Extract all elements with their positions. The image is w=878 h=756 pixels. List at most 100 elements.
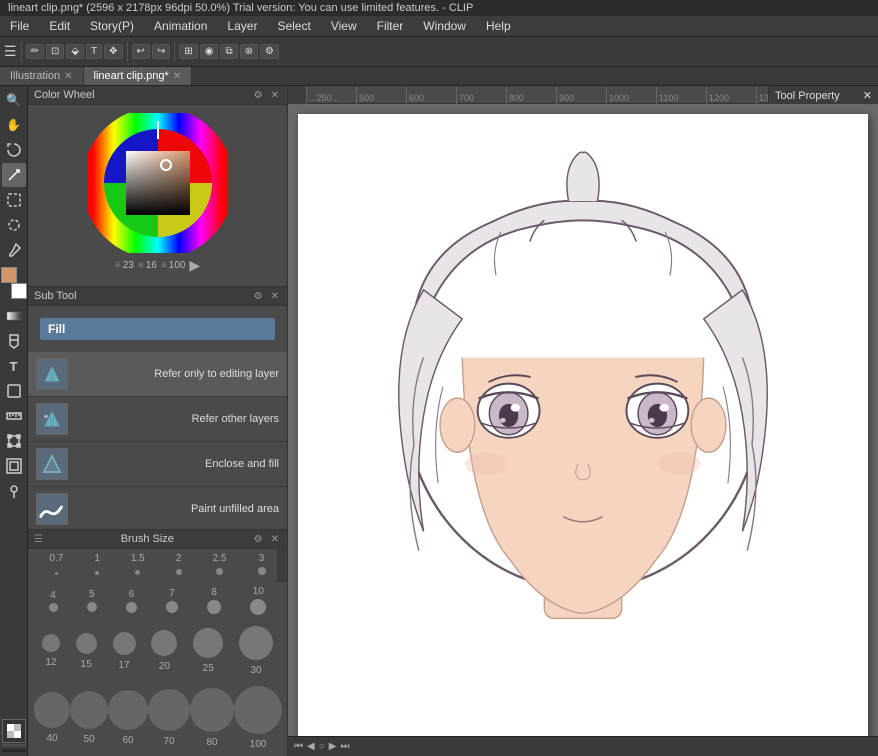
brush-size-menu-icon[interactable]: ☰ bbox=[34, 534, 43, 545]
toolbar-text-btn[interactable]: T bbox=[86, 44, 102, 59]
tab-bar: Illustration ✕ lineart clip.png* ✕ bbox=[0, 67, 878, 86]
brush-size-row-3: 12 15 17 20 25 30 bbox=[28, 622, 287, 682]
tool-eyedropper[interactable] bbox=[2, 238, 26, 262]
menu-help[interactable]: Help bbox=[476, 16, 521, 36]
menu-edit[interactable]: Edit bbox=[39, 16, 80, 36]
toolbar-undo-btn[interactable]: ↩ bbox=[132, 44, 150, 59]
brush-size-5[interactable]: 5 bbox=[87, 589, 97, 615]
color-wheel-canvas[interactable] bbox=[88, 113, 228, 253]
nav-circle-btn[interactable]: ○ bbox=[319, 741, 325, 752]
sub-tool-label-enclose-fill: Enclose and fill bbox=[76, 458, 279, 470]
brush-size-4[interactable]: 4 bbox=[49, 590, 58, 615]
menu-filter[interactable]: Filter bbox=[367, 16, 414, 36]
brush-size-7[interactable]: 7 bbox=[166, 588, 178, 616]
tool-shape[interactable] bbox=[2, 379, 26, 403]
toolbar-eraser-btn[interactable]: ⊡ bbox=[46, 44, 64, 59]
brush-size-8[interactable]: 8 bbox=[207, 587, 221, 617]
brush-size-20[interactable]: 20 bbox=[151, 630, 177, 674]
toolbar-menu-icon[interactable]: ☰ bbox=[4, 43, 17, 60]
brush-size-30[interactable]: 30 bbox=[239, 626, 273, 678]
main-layout: 🔍 ✋ T bbox=[0, 86, 878, 756]
tab-lineart[interactable]: lineart clip.png* ✕ bbox=[84, 67, 193, 85]
brush-size-17[interactable]: 17 bbox=[113, 632, 136, 673]
tab-close-lineart[interactable]: ✕ bbox=[173, 71, 181, 82]
tool-color-picker[interactable] bbox=[2, 479, 26, 503]
toolbar-sym-btn[interactable]: ⊛ bbox=[240, 44, 258, 59]
toolbar-redo-btn[interactable]: ↪ bbox=[152, 44, 170, 59]
brush-size-40[interactable]: 40 bbox=[34, 692, 70, 746]
brush-size-70[interactable]: 70 bbox=[148, 689, 190, 749]
brush-size-row-1: 0.7 1 1.5 2 2.5 3 bbox=[28, 549, 287, 582]
color-fg-swatch[interactable] bbox=[1, 267, 17, 283]
tool-gradient[interactable] bbox=[2, 304, 26, 328]
brush-size-15[interactable]: 15 bbox=[76, 633, 97, 672]
brush-size-25[interactable]: 25 bbox=[193, 628, 223, 676]
menu-file[interactable]: File bbox=[0, 16, 39, 36]
tool-property-close-btn[interactable]: ✕ bbox=[863, 89, 872, 102]
color-wheel-close-btn[interactable]: ✕ bbox=[269, 90, 281, 101]
brush-size-close-btn[interactable]: ✕ bbox=[269, 534, 281, 545]
tool-fill[interactable] bbox=[2, 329, 26, 353]
brush-size-60[interactable]: 60 bbox=[108, 690, 148, 748]
tool-lasso[interactable] bbox=[2, 213, 26, 237]
sub-tool-item-refer-other[interactable]: Refer other layers bbox=[28, 397, 287, 442]
sub-tool-section: Sub Tool ⚙ ✕ Fill Refer only to editing … bbox=[28, 286, 287, 529]
tool-rotate[interactable] bbox=[2, 138, 26, 162]
drawing-canvas[interactable] bbox=[298, 114, 868, 746]
tool-frame[interactable] bbox=[2, 454, 26, 478]
brush-size-row-2: 4 5 6 7 8 10 bbox=[28, 582, 287, 622]
color-val-g: ≡ 16 bbox=[138, 260, 157, 271]
brush-size-6[interactable]: 6 bbox=[126, 589, 137, 616]
toolbar-more-btn[interactable]: ⚙ bbox=[260, 44, 279, 59]
nav-prev-btn[interactable]: ◀ bbox=[307, 741, 315, 752]
tool-text[interactable]: T bbox=[2, 354, 26, 378]
menu-view[interactable]: View bbox=[321, 16, 367, 36]
color-wheel-settings-btn[interactable]: ⚙ bbox=[252, 90, 265, 101]
menu-window[interactable]: Window bbox=[413, 16, 476, 36]
menu-select[interactable]: Select bbox=[267, 16, 320, 36]
sub-tool-item-refer-editing[interactable]: Refer only to editing layer bbox=[28, 352, 287, 397]
sub-tool-item-paint-unfilled[interactable]: Paint unfilled area bbox=[28, 487, 287, 529]
toolbar-color1-btn[interactable]: ◉ bbox=[200, 44, 219, 59]
tool-move[interactable]: ✋ bbox=[2, 113, 26, 137]
color-wheel-header: Color Wheel ⚙ ✕ bbox=[28, 86, 287, 105]
brush-size-100[interactable]: 100 bbox=[234, 686, 282, 752]
nav-first-btn[interactable]: ⏮ bbox=[294, 741, 303, 752]
brush-size-80[interactable]: 80 bbox=[190, 688, 234, 750]
sub-tool-item-enclose-fill[interactable]: Enclose and fill bbox=[28, 442, 287, 487]
tool-transform[interactable] bbox=[2, 429, 26, 453]
brush-size-12[interactable]: 12 bbox=[42, 634, 60, 670]
tab-illustration[interactable]: Illustration ✕ bbox=[0, 67, 84, 85]
tool-pen[interactable] bbox=[2, 163, 26, 187]
tool-color-box[interactable] bbox=[2, 719, 26, 743]
toolbar-move-btn[interactable]: ✥ bbox=[104, 44, 122, 59]
sub-tool-label-refer-editing: Refer only to editing layer bbox=[76, 368, 279, 380]
menu-bar: File Edit Story(P) Animation Layer Selec… bbox=[0, 16, 878, 37]
brush-size-50[interactable]: 50 bbox=[70, 691, 108, 747]
canvas-content[interactable] bbox=[288, 104, 878, 756]
toolbar-layers-btn[interactable]: ⧉ bbox=[220, 44, 237, 59]
tool-ruler[interactable] bbox=[2, 404, 26, 428]
menu-animation[interactable]: Animation bbox=[144, 16, 217, 36]
tool-selection[interactable] bbox=[2, 188, 26, 212]
tool-zoom[interactable]: 🔍 bbox=[2, 88, 26, 112]
menu-story[interactable]: Story(P) bbox=[80, 16, 144, 36]
fill-button[interactable]: Fill bbox=[40, 318, 275, 340]
color-arrow-btn[interactable]: ▶ bbox=[189, 257, 200, 274]
color-wheel-actions: ⚙ ✕ bbox=[252, 90, 281, 101]
nav-last-btn[interactable]: ⏭ bbox=[340, 741, 349, 752]
brush-size-settings-btn[interactable]: ⚙ bbox=[252, 534, 265, 545]
color-val-b: ≡ 100 bbox=[161, 260, 186, 271]
toolbar-brush-btn[interactable]: ✏ bbox=[26, 44, 44, 59]
sub-tool-settings-btn[interactable]: ⚙ bbox=[252, 291, 265, 302]
tab-close-illustration[interactable]: ✕ bbox=[64, 71, 72, 82]
toolbar-fill-btn[interactable]: ⬙ bbox=[66, 44, 84, 59]
sub-tool-close-btn[interactable]: ✕ bbox=[269, 291, 281, 302]
toolbar-grid-btn[interactable]: ⊞ bbox=[179, 44, 197, 59]
brush-size-10[interactable]: 10 bbox=[250, 586, 266, 618]
sub-tool-icon-refer-other bbox=[36, 403, 68, 435]
menu-layer[interactable]: Layer bbox=[217, 16, 267, 36]
nav-next-btn[interactable]: ▶ bbox=[329, 741, 337, 752]
title-bar: lineart clip.png* (2596 x 2178px 96dpi 5… bbox=[0, 0, 878, 16]
color-bg-swatch[interactable] bbox=[11, 283, 27, 299]
